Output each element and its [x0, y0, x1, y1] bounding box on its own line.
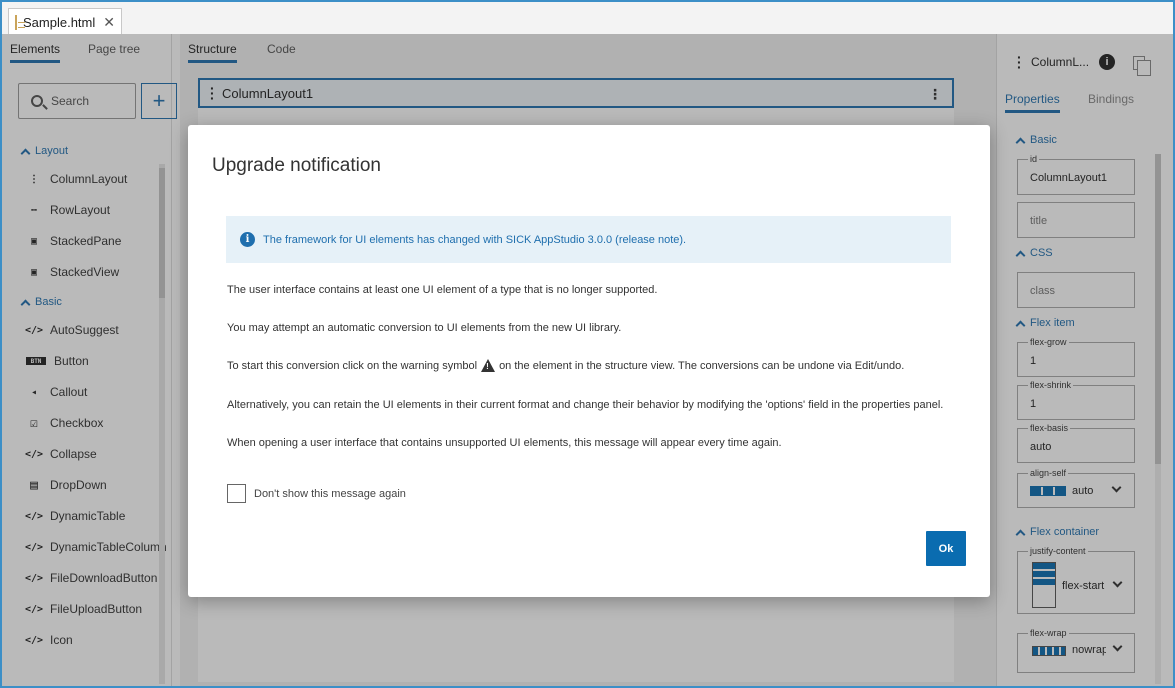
- paragraph-text: on the element in the structure view. Th…: [499, 359, 905, 372]
- upgrade-notification-dialog: Upgrade notification i The framework for…: [188, 125, 990, 597]
- paragraph-text: Alternatively, you can retain the UI ele…: [227, 399, 944, 411]
- warning-icon: !: [481, 359, 496, 372]
- dont-show-again-checkbox[interactable]: Don't show this message again: [227, 484, 406, 503]
- close-icon[interactable]: ✕: [103, 14, 115, 31]
- document-tab-bar: Sample.html ✕: [2, 2, 1173, 35]
- checkbox-label: Don't show this message again: [254, 487, 406, 500]
- dialog-paragraph: To start this conversion click on the wa…: [227, 359, 904, 372]
- paragraph-text: You may attempt an automatic conversion …: [227, 322, 622, 334]
- ok-button[interactable]: Ok: [926, 531, 966, 566]
- info-banner: i The framework for UI elements has chan…: [226, 216, 951, 263]
- paragraph-text: To start this conversion click on the wa…: [227, 359, 478, 372]
- info-icon: i: [240, 232, 255, 247]
- html-file-icon: [15, 14, 26, 30]
- file-tab-label: Sample.html: [23, 14, 96, 30]
- dialog-paragraph: Alternatively, you can retain the UI ele…: [227, 399, 943, 411]
- dialog-paragraph: You may attempt an automatic conversion …: [227, 322, 621, 334]
- app-window: Sample.html ✕ Elements Page tree Search …: [0, 0, 1175, 688]
- dialog-title: Upgrade notification: [212, 155, 381, 176]
- paragraph-text: The user interface contains at least one…: [227, 284, 658, 296]
- file-tab[interactable]: Sample.html ✕: [8, 8, 122, 35]
- info-banner-text[interactable]: The framework for UI elements has change…: [263, 234, 686, 246]
- paragraph-text: When opening a user interface that conta…: [227, 437, 782, 449]
- dialog-paragraph: When opening a user interface that conta…: [227, 437, 782, 449]
- checkbox[interactable]: [227, 484, 246, 503]
- dialog-paragraph: The user interface contains at least one…: [227, 284, 657, 296]
